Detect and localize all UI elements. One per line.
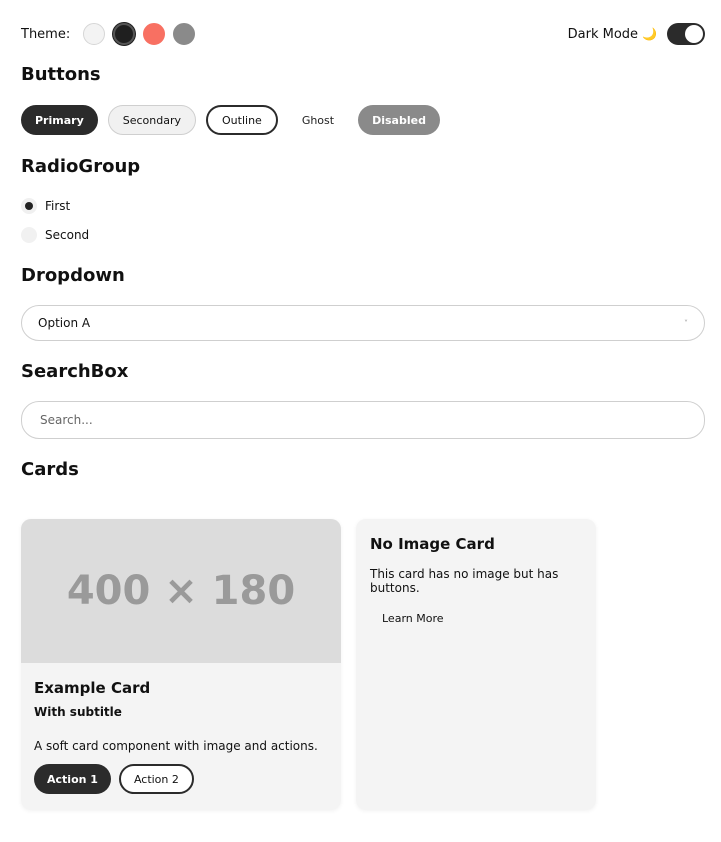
theme-swatch-dark[interactable] <box>113 23 136 45</box>
radio-label: First <box>45 199 71 213</box>
dark-mode-control: Dark Mode 🌙 <box>568 23 705 45</box>
top-bar: Theme: Dark Mode 🌙 <box>21 20 705 48</box>
example-card: 400 × 180 Example Card With subtitle A s… <box>21 519 341 810</box>
section-title-dropdown: Dropdown <box>21 265 125 286</box>
card-title: No Image Card <box>370 535 495 553</box>
theme-picker: Theme: <box>21 23 203 45</box>
theme-swatch-light[interactable] <box>83 23 106 45</box>
card-subtitle: With subtitle <box>34 705 122 719</box>
theme-label: Theme: <box>21 26 71 42</box>
ghost-button[interactable]: Ghost <box>288 105 348 135</box>
dropdown-selected-value: Option A <box>38 316 91 330</box>
card-body: Example Card With subtitle A soft card c… <box>21 663 341 794</box>
disabled-button: Disabled <box>358 105 440 135</box>
outline-button[interactable]: Outline <box>206 105 278 135</box>
card-actions: Action 1 Action 2 <box>34 764 328 794</box>
section-title-cards: Cards <box>21 459 79 480</box>
moon-icon: 🌙 <box>642 27 657 41</box>
toggle-knob <box>685 25 703 43</box>
action-1-button[interactable]: Action 1 <box>34 764 111 794</box>
action-2-button[interactable]: Action 2 <box>118 764 194 794</box>
search-input[interactable] <box>38 412 688 428</box>
theme-swatch-coral[interactable] <box>143 23 166 45</box>
radio-unchecked-icon <box>21 227 37 243</box>
search-box <box>21 401 705 439</box>
primary-button[interactable]: Primary <box>21 105 98 135</box>
radio-option-first[interactable]: First <box>21 198 70 214</box>
radio-label: Second <box>45 228 90 242</box>
card-text: A soft card component with image and act… <box>34 739 318 753</box>
dark-mode-toggle[interactable] <box>667 23 705 45</box>
chevron-down-icon: ˅ <box>684 318 688 328</box>
radio-option-second[interactable]: Second <box>21 227 89 243</box>
dropdown-select[interactable]: Option A ˅ <box>21 305 705 341</box>
radio-checked-icon <box>21 198 37 214</box>
theme-swatch-grey[interactable] <box>173 23 196 45</box>
section-title-buttons: Buttons <box>21 64 101 85</box>
card-image-placeholder: 400 × 180 <box>21 519 341 663</box>
secondary-button[interactable]: Secondary <box>107 105 197 135</box>
dark-mode-label: Dark Mode <box>567 26 639 42</box>
card-text: This card has no image but has buttons. <box>370 567 559 595</box>
no-image-card: No Image Card This card has no image but… <box>356 519 596 810</box>
section-title-radiogroup: RadioGroup <box>21 156 141 177</box>
section-title-searchbox: SearchBox <box>21 361 129 382</box>
card-title: Example Card <box>34 679 151 697</box>
card-body: No Image Card This card has no image but… <box>356 519 596 625</box>
learn-more-button[interactable]: Learn More <box>382 612 582 625</box>
button-row: Primary Secondary Outline Ghost Disabled <box>21 105 440 135</box>
